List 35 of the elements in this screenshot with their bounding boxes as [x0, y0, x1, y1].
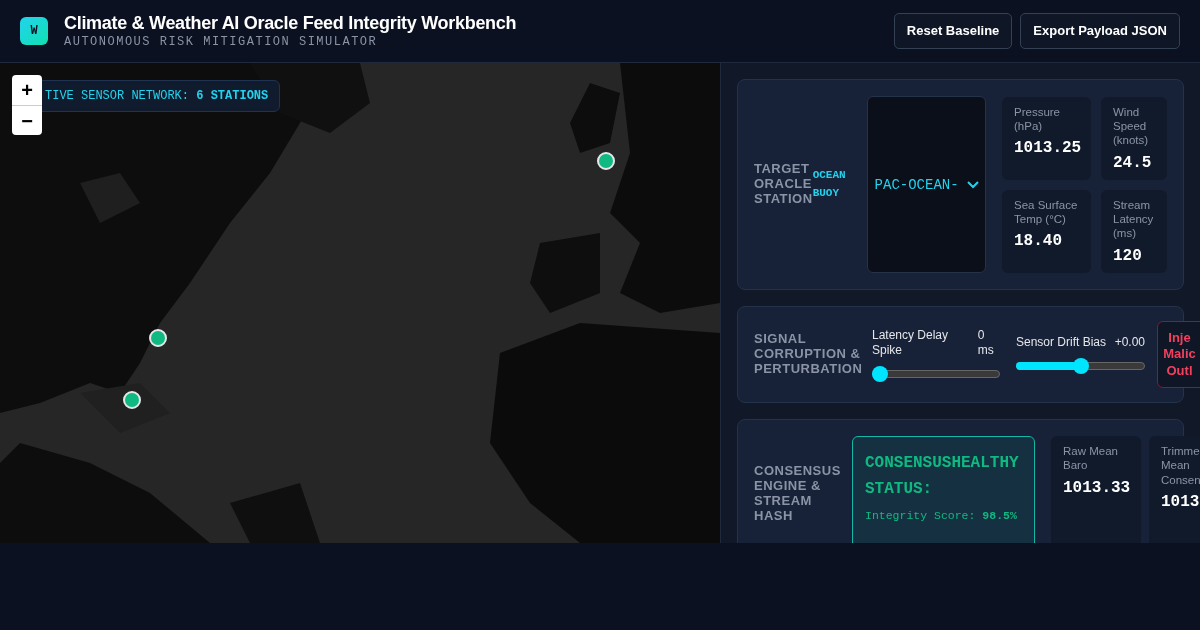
metric-value: 1013.25	[1014, 139, 1079, 158]
metric-value: 18.40	[1014, 232, 1063, 251]
metric-label: Sea Surface Temp (°C)	[1014, 197, 1079, 227]
section-label: SIGNAL CORRUPTION & PERTURBATION	[754, 332, 864, 377]
slider-reading: 0 ms	[977, 327, 995, 358]
logo: W	[20, 17, 48, 45]
station-select[interactable]: PAC-OCEAN-	[867, 96, 986, 273]
slider-track[interactable]	[1016, 358, 1145, 374]
metric-label: Wind Speed (knots)	[1113, 104, 1150, 148]
chevron-down-icon	[966, 180, 979, 189]
metric-label: Raw Mean Baro	[1063, 444, 1119, 473]
header-button[interactable]: Reset Baseline	[893, 13, 1013, 49]
zoom-in-button[interactable]: +	[12, 75, 42, 105]
metric-value: 120	[1113, 246, 1143, 265]
header-button[interactable]: Export Payload JSON	[1020, 13, 1180, 49]
app-subtitle: AUTONOMOUS RISK MITIGATION SIMULATOR	[64, 34, 379, 49]
slider-thumb[interactable]	[1072, 358, 1089, 374]
slider-label: Latency Delay Spike	[872, 327, 950, 358]
app-title: Climate & Weather AI Oracle Feed Integrity Workbench	[64, 13, 517, 35]
zoom-out-button[interactable]: −	[12, 105, 42, 135]
slider-reading: +0.00	[1114, 335, 1145, 350]
metric-label: Pressure (hPa)	[1014, 104, 1062, 134]
metric-label: Stream Latency (ms)	[1113, 197, 1155, 241]
metric-value: 1013.33	[1063, 478, 1129, 497]
inject-outlier-button[interactable]: Inje Malic Outl	[1157, 321, 1200, 388]
integrity-score: Integrity Score: 98.5%	[865, 508, 1018, 525]
slider-label: Sensor Drift Bias	[1016, 335, 1107, 350]
metric-value: 1013	[1161, 493, 1197, 512]
slider-thumb[interactable]	[872, 365, 888, 382]
slider-track[interactable]	[872, 365, 1000, 382]
station-type-tag: OCEAN BUOY	[812, 166, 852, 203]
section-label: TARGET ORACLE STATION	[754, 162, 813, 207]
status-title: CONSENSUSHEALTHY STATUS:	[865, 453, 1020, 500]
section-label: CONSENSUS ENGINE & STREAM HASH	[754, 464, 842, 524]
metric-value: 24.5	[1113, 153, 1153, 172]
